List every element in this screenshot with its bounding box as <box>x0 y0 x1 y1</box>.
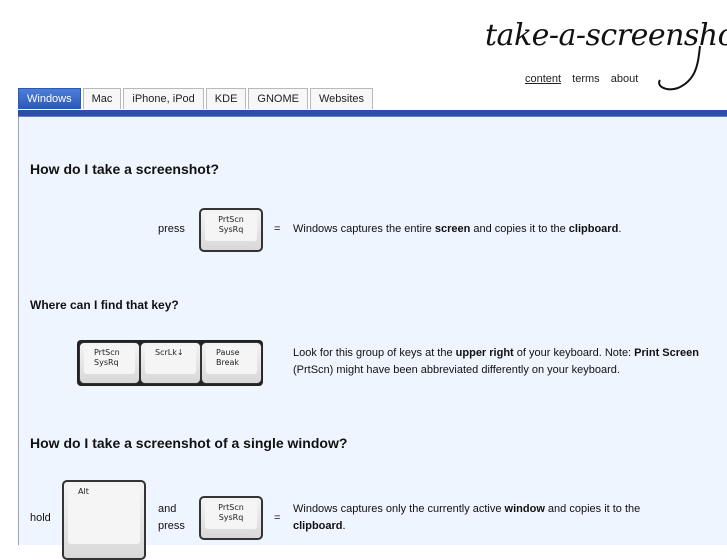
prtscn-key-icon: PrtScn SysRq <box>79 342 140 384</box>
key-label: ScrLk↓ <box>155 348 184 357</box>
section-heading: Where can I find that key? <box>30 298 179 312</box>
tab-websites[interactable]: Websites <box>309 88 374 109</box>
press-label: press <box>158 520 185 532</box>
key-label: Alt <box>78 487 89 496</box>
tab-windows[interactable]: Windows <box>18 88 81 109</box>
section-description: Windows captures only the currently acti… <box>293 503 641 532</box>
prtscn-key-icon: PrtScn SysRq <box>199 208 263 252</box>
pause-key-icon: Pause Break <box>201 342 262 384</box>
nav-terms-link[interactable]: terms <box>572 73 600 85</box>
prtscn-key-icon: PrtScn SysRq <box>199 496 263 540</box>
equals-sign: = <box>274 223 281 235</box>
and-label: and <box>158 503 177 515</box>
nav-content-link[interactable]: content <box>525 73 561 85</box>
tab-bar <box>18 110 727 117</box>
tab-gnome[interactable]: GNOME <box>248 88 308 109</box>
key-label: PrtScn SysRq <box>218 503 244 522</box>
tab-mac[interactable]: Mac <box>82 88 122 109</box>
tab-kde[interactable]: KDE <box>205 88 247 109</box>
section-description: Windows captures the entire screen and c… <box>293 223 622 235</box>
section-heading: How do I take a screenshot? <box>30 161 220 177</box>
key-label: Pause Break <box>216 348 240 367</box>
logo-swoosh-icon <box>658 45 701 91</box>
section-heading: How do I take a screenshot of a single w… <box>30 435 348 451</box>
nav-about-link[interactable]: about <box>611 73 639 85</box>
os-tabs: Windows Mac iPhone, iPod KDE GNOME Websi… <box>18 88 375 109</box>
scrlk-key-icon: ScrLk↓ <box>140 342 201 384</box>
key-group: PrtScn SysRq ScrLk↓ Pause Break <box>77 340 263 386</box>
section-description: Look for this group of keys at the upper… <box>293 347 699 376</box>
key-label: PrtScn SysRq <box>94 348 120 367</box>
key-label: PrtScn SysRq <box>218 215 244 234</box>
alt-key-icon: Alt <box>62 480 146 560</box>
hold-label: hold <box>30 512 51 524</box>
tab-iphone-ipod[interactable]: iPhone, iPod <box>123 88 204 109</box>
top-nav: content terms about <box>525 73 646 85</box>
press-label: press <box>158 223 185 235</box>
equals-sign: = <box>274 512 281 524</box>
